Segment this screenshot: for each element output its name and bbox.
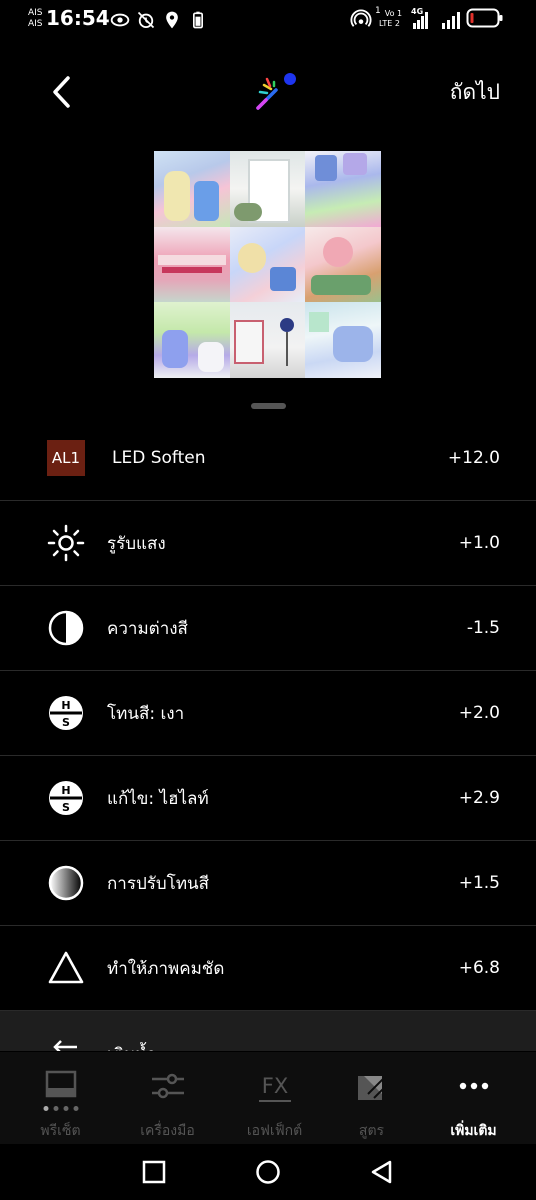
collage-tile-3 bbox=[305, 151, 381, 227]
sun-icon bbox=[47, 524, 85, 562]
svg-text:FX: FX bbox=[261, 1074, 287, 1098]
network-4g-label: 4G bbox=[411, 7, 424, 16]
eye-icon bbox=[110, 13, 130, 27]
collage-tile-1 bbox=[154, 151, 230, 227]
adjustment-value: +2.0 bbox=[458, 703, 500, 723]
vo-label: Vo bbox=[384, 8, 395, 18]
gradient-circle-icon bbox=[47, 864, 85, 902]
tool-label: เครื่องมือ bbox=[140, 1123, 195, 1139]
lte-label: LTE bbox=[379, 18, 393, 28]
signal-strength-1-icon: 4G bbox=[411, 7, 428, 29]
preset-dots bbox=[43, 1106, 78, 1111]
tool-tools[interactable]: เครื่องมือ bbox=[114, 1052, 221, 1144]
tool-effects[interactable]: FX เอฟเฟ็กต์ bbox=[221, 1052, 328, 1144]
tool-presets[interactable]: พรีเซ็ต bbox=[7, 1052, 114, 1144]
sliders-icon bbox=[151, 1073, 184, 1099]
adjustment-row-contrast[interactable]: ความต่างสี -1.5 bbox=[0, 586, 536, 671]
adjustment-value: -1.5 bbox=[466, 618, 500, 638]
adjustment-value: +1.5 bbox=[458, 873, 500, 893]
adjustment-row-tone[interactable]: การปรับโทนสี +1.5 bbox=[0, 841, 536, 926]
adjustment-row-highlight-tint[interactable]: H S แก้ไข: ไฮไลท์ +2.9 bbox=[0, 756, 536, 841]
adjustment-row-shadow-tint[interactable]: H S โทนสี: เงา +2.0 bbox=[0, 671, 536, 756]
magic-wand-icon[interactable] bbox=[250, 68, 302, 116]
svg-text:H: H bbox=[61, 784, 70, 797]
lte2-label: 2 bbox=[394, 18, 400, 28]
sim2-label: 1 bbox=[397, 8, 403, 18]
tool-more[interactable]: เพิ่มเติม bbox=[420, 1052, 527, 1144]
collage-tile-5 bbox=[229, 226, 306, 303]
drag-handle[interactable] bbox=[251, 403, 286, 409]
adjustment-row-led-soften[interactable]: AL1 LED Soften +12.0 bbox=[0, 416, 536, 501]
collage-tile-2 bbox=[229, 151, 306, 227]
status-icons-right: 1 Vo 1 LTE 2 4G bbox=[349, 6, 504, 29]
home-button[interactable] bbox=[254, 1158, 282, 1186]
carrier-labels: AIS AIS bbox=[28, 8, 43, 30]
location-icon bbox=[166, 11, 178, 29]
contrast-icon bbox=[47, 609, 85, 647]
next-button[interactable]: ถัดไป bbox=[450, 76, 500, 109]
tool-label: สูตร bbox=[358, 1123, 385, 1139]
network-vo-lte: 1 Vo 1 LTE 2 bbox=[375, 6, 407, 28]
top-bar: ถัดไป bbox=[0, 64, 536, 120]
adjustment-value: +12.0 bbox=[447, 448, 500, 468]
recipe-icon bbox=[357, 1075, 389, 1100]
back-nav-button[interactable] bbox=[368, 1158, 396, 1186]
status-bar: AIS AIS 16:54 1 Vo 1 LTE 2 4G bbox=[0, 0, 536, 40]
adjustment-value: +1.0 bbox=[458, 533, 500, 553]
recents-button[interactable] bbox=[140, 1158, 168, 1186]
status-icons-left bbox=[110, 9, 208, 31]
undo-icon bbox=[47, 1037, 85, 1051]
hotspot-icon bbox=[350, 9, 372, 27]
tool-recipes[interactable]: สูตร bbox=[318, 1052, 425, 1144]
al1-badge: AL1 bbox=[47, 440, 85, 476]
svg-text:S: S bbox=[62, 801, 70, 814]
adjustment-label: LED Soften bbox=[112, 448, 206, 468]
status-clock: 16:54 bbox=[46, 6, 110, 30]
svg-text:H: H bbox=[61, 699, 70, 712]
adjustments-list: AL1 LED Soften +12.0 รูรับแสง +1.0 ความต… bbox=[0, 416, 536, 1051]
al1-badge-icon: AL1 bbox=[47, 439, 85, 477]
bottom-toolbar: พรีเซ็ต เครื่องมือ FX เอฟเฟ็กต์ สูตร เพิ… bbox=[0, 1052, 536, 1144]
triangle-icon bbox=[47, 949, 85, 987]
adjustment-label: การปรับโทนสี bbox=[107, 873, 210, 894]
adjustment-value: +6.8 bbox=[458, 958, 500, 978]
collage-tile-7 bbox=[154, 302, 230, 378]
carrier-bottom: AIS bbox=[28, 19, 43, 29]
preset-icon bbox=[45, 1070, 76, 1098]
battery-low-icon bbox=[466, 8, 503, 28]
signal-strength-2-icon bbox=[442, 7, 460, 29]
adjustment-label: เติมน้ำ bbox=[107, 1041, 156, 1051]
photo-preview[interactable] bbox=[154, 151, 381, 378]
adjustment-label: ทำให้ภาพคมชัด bbox=[107, 958, 225, 979]
collage-tile-4 bbox=[154, 226, 230, 303]
adjustment-row-exposure[interactable]: รูรับแสง +1.0 bbox=[0, 501, 536, 586]
battery-saver-icon bbox=[193, 11, 203, 29]
tool-label: เพิ่มเติม bbox=[450, 1123, 497, 1139]
adjustment-label: แก้ไข: ไฮไลท์ bbox=[107, 788, 209, 809]
hs-icon: H S bbox=[47, 779, 85, 817]
adjustment-label: รูรับแสง bbox=[107, 533, 166, 554]
sim-indicator: 1 bbox=[375, 5, 381, 16]
tool-label: เอฟเฟ็กต์ bbox=[246, 1123, 303, 1139]
adjustment-label: ความต่างสี bbox=[107, 618, 188, 639]
carrier-top: AIS bbox=[28, 8, 43, 18]
collage-tile-9 bbox=[305, 302, 381, 378]
adjustment-row-partial[interactable]: เติมน้ำ bbox=[0, 1011, 536, 1051]
collage-tile-6 bbox=[305, 226, 381, 303]
collage-tile-8 bbox=[229, 302, 306, 378]
back-button[interactable] bbox=[46, 72, 80, 112]
adjustment-row-sharpen[interactable]: ทำให้ภาพคมชัด +6.8 bbox=[0, 926, 536, 1011]
hs-icon: H S bbox=[47, 694, 85, 732]
adjustment-label: โทนสี: เงา bbox=[107, 703, 185, 724]
fx-icon: FX bbox=[258, 1074, 291, 1102]
alarm-off-icon bbox=[137, 11, 155, 29]
more-icon bbox=[459, 1082, 488, 1090]
system-nav-bar bbox=[0, 1144, 536, 1200]
svg-text:S: S bbox=[62, 716, 70, 729]
adjustment-value: +2.9 bbox=[458, 788, 500, 808]
tool-label: พรีเซ็ต bbox=[40, 1123, 81, 1139]
